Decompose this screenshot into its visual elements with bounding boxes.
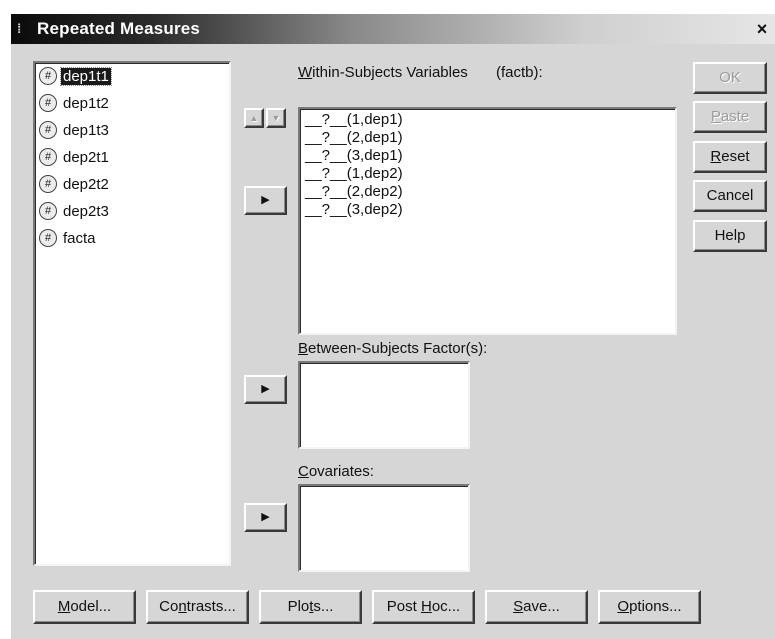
scale-variable-icon: # [39, 229, 57, 247]
variable-item[interactable]: # facta [39, 227, 98, 249]
scale-variable-icon: # [39, 175, 57, 193]
within-subjects-item[interactable]: __?__(3,dep2) [305, 201, 403, 219]
arrow-right-icon: ▶ [261, 383, 270, 395]
within-subjects-item[interactable]: __?__(1,dep2) [305, 165, 403, 183]
move-up-button[interactable]: ▲ [244, 108, 264, 128]
reset-button[interactable]: Reset [693, 141, 767, 173]
window-title: Repeated Measures [37, 19, 201, 38]
move-to-within-button[interactable]: ▶ [244, 186, 287, 215]
arrow-right-icon: ▶ [261, 511, 270, 523]
move-to-between-button[interactable]: ▶ [244, 375, 287, 404]
arrow-right-icon: ▶ [261, 194, 270, 206]
cancel-button[interactable]: Cancel [693, 180, 767, 212]
within-subjects-item[interactable]: __?__(2,dep2) [305, 183, 403, 201]
scale-variable-icon: # [39, 121, 57, 139]
contrasts-button[interactable]: Contrasts... [146, 590, 249, 624]
post-hoc-button[interactable]: Post Hoc... [372, 590, 475, 624]
variable-item[interactable]: # dep1t3 [39, 119, 111, 141]
between-subjects-list[interactable] [298, 361, 470, 449]
within-subjects-factor-label: (factb): [496, 64, 543, 81]
arrow-up-icon: ▲ [249, 113, 259, 123]
source-variable-list[interactable]: # dep1t1 # dep1t2 # dep1t3 # dep2t1 # de… [33, 61, 231, 566]
spss-app-icon: ⁞ [17, 21, 22, 36]
covariates-label: Covariates: [298, 463, 374, 480]
within-subjects-item[interactable]: __?__(1,dep1) [305, 111, 403, 129]
scale-variable-icon: # [39, 148, 57, 166]
ok-button[interactable]: OK [693, 62, 767, 94]
arrow-down-icon: ▼ [271, 113, 281, 123]
plots-button[interactable]: Plots... [259, 590, 362, 624]
repeated-measures-dialog: ⁞ Repeated Measures × # dep1t1 # dep1t2 … [11, 14, 775, 639]
covariates-list[interactable] [298, 484, 470, 572]
within-subjects-item[interactable]: __?__(3,dep1) [305, 147, 403, 165]
within-subjects-label: Within-Subjects Variables [298, 64, 468, 81]
scale-variable-icon: # [39, 94, 57, 112]
move-down-button[interactable]: ▼ [266, 108, 286, 128]
variable-item[interactable]: # dep2t3 [39, 200, 111, 222]
variable-item[interactable]: # dep2t2 [39, 173, 111, 195]
within-subjects-list[interactable]: __?__(1,dep1) __?__(2,dep1) __?__(3,dep1… [298, 107, 677, 335]
options-button[interactable]: Options... [598, 590, 701, 624]
model-button[interactable]: Model... [33, 590, 136, 624]
scale-variable-icon: # [39, 202, 57, 220]
title-bar: ⁞ Repeated Measures × [11, 14, 775, 44]
variable-item[interactable]: # dep1t2 [39, 92, 111, 114]
save-button[interactable]: Save... [485, 590, 588, 624]
variable-item[interactable]: # dep1t1 [39, 65, 112, 87]
close-button[interactable]: × [753, 20, 771, 38]
within-subjects-item[interactable]: __?__(2,dep1) [305, 129, 403, 147]
scale-variable-icon: # [39, 67, 57, 85]
move-to-covariates-button[interactable]: ▶ [244, 503, 287, 532]
paste-button[interactable]: Paste [693, 101, 767, 133]
variable-item[interactable]: # dep2t1 [39, 146, 111, 168]
between-subjects-label: Between-Subjects Factor(s): [298, 340, 488, 357]
help-button[interactable]: Help [693, 220, 767, 252]
